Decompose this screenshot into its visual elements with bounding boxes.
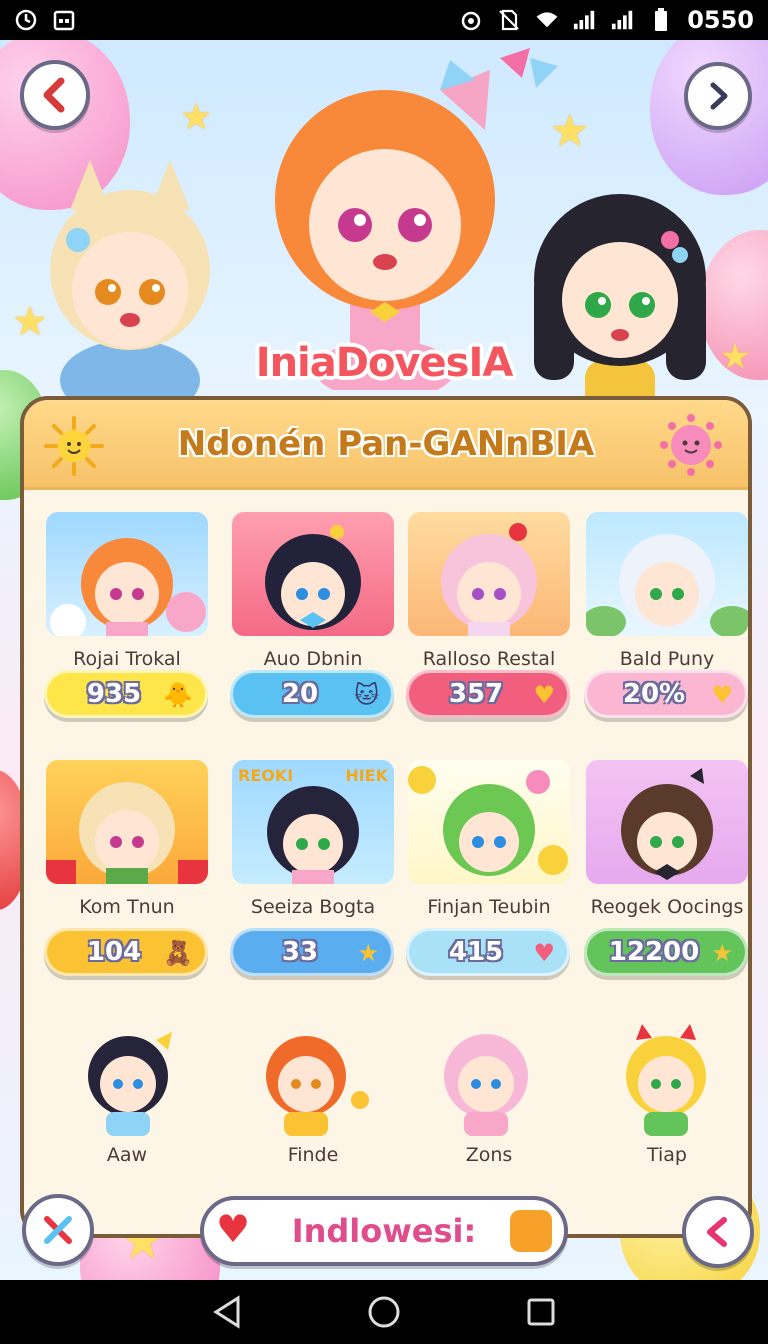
game-title: IniaDovesIA xyxy=(255,340,514,386)
heart-icon: ♥ xyxy=(216,1207,251,1251)
battery-icon xyxy=(649,8,673,32)
thumb-label: REOKI xyxy=(238,766,294,785)
character-thumbnail xyxy=(408,760,570,884)
stat-pill[interactable]: 357 ♥ xyxy=(406,670,570,718)
hero-character-orange xyxy=(275,60,495,390)
character-thumbnail: REOKI HIEK xyxy=(232,760,394,884)
character-name: Auo Dbnin xyxy=(263,648,363,670)
wifi-icon xyxy=(535,8,559,32)
star-decoration: ★ xyxy=(180,97,213,138)
data-saver-icon xyxy=(14,8,38,32)
character-panel: Ndonén Pan-GANnBIA Rojai Trokal Auo Dbni… xyxy=(20,396,752,1238)
character-thumbnail xyxy=(46,512,208,636)
character-name: Bald Puny xyxy=(619,648,715,670)
chevron-left-icon xyxy=(43,77,65,113)
character-thumbnail xyxy=(586,760,748,884)
character-name: Reogek Oocings xyxy=(590,896,744,918)
character-thumbnail xyxy=(232,512,394,636)
character-card[interactable]: REOKI HIEK Seeiza Bogta xyxy=(232,760,394,918)
signal-icon-2 xyxy=(611,8,635,32)
stat-value: 935 xyxy=(86,679,142,709)
character-card[interactable]: Bald Puny xyxy=(586,512,748,670)
stat-pill[interactable]: 33 ★ xyxy=(230,928,394,976)
game-scene: ★ ★ ★ ★ ★ IniaDovesIA Ndonén Pan-GANnBIA… xyxy=(0,40,768,1280)
character-name: Rojai Trokal xyxy=(73,648,181,670)
stat-value: 104 xyxy=(86,937,142,967)
character-card[interactable]: Ralloso Restal xyxy=(408,512,570,670)
chevron-left-icon xyxy=(707,1217,727,1247)
panel-title: Ndonén Pan-GANnBIA xyxy=(177,423,595,464)
free-character[interactable] xyxy=(236,1020,376,1140)
character-card[interactable]: Kom Tnun xyxy=(46,760,208,918)
bottom-action-bar[interactable]: ♥ Indlowesi: xyxy=(200,1196,568,1266)
character-icon: 🧸 xyxy=(163,939,193,967)
nav-back-icon[interactable] xyxy=(212,1295,242,1329)
character-thumbnail xyxy=(408,512,570,636)
stat-value: 20% xyxy=(622,679,686,709)
stat-pill[interactable]: 104 🧸 xyxy=(44,928,208,976)
alarm-icon xyxy=(459,8,483,32)
stat-pill[interactable]: 12200 ★ xyxy=(584,928,748,976)
stat-value: 20 xyxy=(281,679,319,709)
tools-button[interactable] xyxy=(22,1194,94,1266)
free-character[interactable] xyxy=(596,1020,736,1140)
system-nav-bar xyxy=(0,1280,768,1344)
nav-recents-icon[interactable] xyxy=(526,1297,556,1327)
bottom-action-label: Indlowesi: xyxy=(291,1212,477,1250)
chevron-right-icon xyxy=(710,82,728,110)
star-decoration: ★ xyxy=(550,106,590,157)
heart-icon: ♥ xyxy=(711,681,733,709)
scissors-icon xyxy=(44,1216,72,1244)
stat-pill[interactable]: 415 ♥ xyxy=(406,928,570,976)
calendar-icon xyxy=(52,8,76,32)
star-icon: ★ xyxy=(711,939,733,967)
stat-value: 415 xyxy=(448,937,504,967)
character-thumbnail xyxy=(586,512,748,636)
back-button[interactable] xyxy=(20,60,90,130)
heart-icon: ♥ xyxy=(533,939,555,967)
stat-value: 33 xyxy=(281,937,319,967)
free-character-name: Zons xyxy=(465,1144,513,1166)
stat-pill[interactable]: 20% ♥ xyxy=(584,670,748,718)
pink-blob-icon xyxy=(660,414,722,476)
thumb-label: HIEK xyxy=(345,766,388,785)
character-name: Finjan Teubin xyxy=(427,896,551,918)
cup-icon xyxy=(510,1210,552,1252)
chick-icon: 🐥 xyxy=(163,681,193,709)
back-arrow-button[interactable] xyxy=(682,1196,754,1268)
free-character[interactable] xyxy=(416,1020,556,1140)
free-character[interactable] xyxy=(58,1020,198,1140)
character-card[interactable]: Auo Dbnin xyxy=(232,512,394,670)
stat-pill[interactable]: 935 🐥 xyxy=(44,670,208,718)
character-name: Kom Tnun xyxy=(79,896,175,918)
forward-button[interactable] xyxy=(684,62,752,130)
heart-icon: ♥ xyxy=(533,681,555,709)
status-bar: 0550 xyxy=(0,0,768,40)
cat-face-icon: 🐱 xyxy=(353,681,379,709)
no-sim-icon xyxy=(497,8,521,32)
stat-pill[interactable]: 20 🐱 xyxy=(230,670,394,718)
free-character-name: Aaw xyxy=(106,1144,148,1166)
stat-value: 12200 xyxy=(608,937,700,967)
nav-home-icon[interactable] xyxy=(367,1295,401,1329)
hero-character-black-hair xyxy=(534,194,706,430)
panel-header: Ndonén Pan-GANnBIA xyxy=(24,400,748,490)
character-thumbnail xyxy=(46,760,208,884)
free-character-name: Finde xyxy=(287,1144,339,1166)
character-name: Ralloso Restal xyxy=(422,648,556,670)
signal-icon xyxy=(573,8,597,32)
stat-value: 357 xyxy=(448,679,504,709)
star-icon: ★ xyxy=(357,939,379,967)
sun-icon xyxy=(44,416,104,476)
character-card[interactable]: Reogek Oocings xyxy=(586,760,748,918)
character-card[interactable]: Finjan Teubin xyxy=(408,760,570,918)
character-name: Seeiza Bogta xyxy=(250,896,376,918)
character-card[interactable]: Rojai Trokal xyxy=(46,512,208,670)
free-character-name: Tiap xyxy=(646,1144,687,1166)
clock-time: 0550 xyxy=(687,6,754,34)
